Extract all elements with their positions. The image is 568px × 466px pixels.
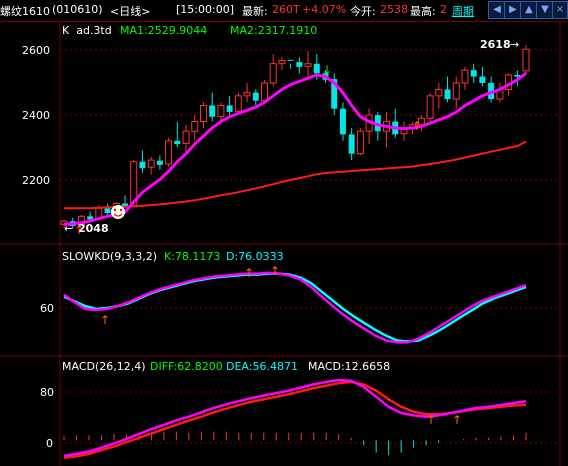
candle-body[interactable]: [182, 130, 190, 144]
candle-body[interactable]: [217, 104, 225, 117]
candle-body[interactable]: [313, 63, 320, 74]
macd-diff-label: DIFF:62.8200: [150, 360, 223, 373]
candle-body[interactable]: [199, 104, 207, 123]
candle-body[interactable]: [514, 74, 521, 77]
close-icon[interactable]: ×: [552, 1, 568, 19]
candle-body[interactable]: [461, 69, 469, 84]
kd-y-tick: 60: [40, 302, 54, 315]
candle-body[interactable]: [147, 159, 155, 168]
kd-buy-arrow-icon: ↑: [270, 264, 280, 278]
candle-body[interactable]: [174, 140, 181, 145]
period-tab[interactable]: <日线>: [110, 3, 150, 19]
quote-time: [15:00:00]: [176, 3, 234, 16]
candle-body[interactable]: [522, 48, 530, 72]
high-arrow-icon: →: [510, 38, 519, 51]
candle-body[interactable]: [156, 160, 163, 165]
candle-body[interactable]: [304, 63, 312, 67]
candle-body[interactable]: [339, 108, 346, 135]
kd-d-label: D:76.0333: [226, 250, 284, 263]
candle-body[interactable]: [470, 70, 477, 77]
open-label: 今开:: [350, 5, 376, 18]
macd-arrow-icon: ↑: [426, 413, 436, 427]
change-percent: +4.07%: [302, 3, 347, 16]
kd-buy-arrow-icon: ↑: [100, 313, 110, 327]
main-y-tick: 2400: [22, 109, 50, 122]
candle-body[interactable]: [356, 130, 364, 155]
candle-body[interactable]: [209, 105, 216, 117]
candle-body[interactable]: [243, 92, 251, 97]
sell-arrow-icon: ↓: [322, 63, 332, 77]
high-label: 最高:: [410, 5, 436, 18]
candle-body[interactable]: [139, 161, 146, 169]
kline-chart[interactable]: 2600 2400 2200 K ad.3td MA1:2529.9044 MA…: [0, 22, 568, 466]
candle-body[interactable]: [479, 76, 486, 83]
high-marker: 2618: [480, 38, 511, 51]
kd-buy-arrow-icon: ↑: [244, 266, 254, 280]
symbol-code: (010610): [52, 3, 103, 16]
low-arrow-icon: ←: [64, 222, 73, 235]
candle-body[interactable]: [260, 82, 268, 102]
candle-body[interactable]: [165, 140, 173, 165]
candle-body[interactable]: [348, 134, 355, 154]
macd-dea-label: DEA:56.4871: [226, 360, 298, 373]
latest-value: 260T: [272, 3, 300, 16]
macd-value-label: MACD:12.6658: [308, 360, 390, 373]
candles-group: [60, 45, 530, 229]
latest-label: 最新:: [242, 5, 268, 18]
high-value: 2: [440, 3, 447, 16]
main-y-tick: 2600: [22, 44, 50, 57]
buy-arrow-icon: ↑: [74, 223, 84, 237]
candle-body[interactable]: [435, 88, 443, 97]
symbol-name: 螺纹1610: [0, 5, 50, 18]
open-value: 2538: [380, 3, 408, 16]
macd-y-tick: 80: [40, 386, 54, 399]
candle-body[interactable]: [269, 63, 277, 84]
main-y-tick: 2200: [22, 174, 50, 187]
buy-arrow-icon: ↑: [412, 119, 422, 133]
macd-title: MACD(26,12,4): [62, 360, 146, 373]
kd-k-label: K:78.1173: [164, 250, 220, 263]
main-indicator-label: K ad.3td: [62, 24, 112, 37]
candle-body[interactable]: [287, 59, 294, 61]
period-link[interactable]: 周期: [452, 3, 474, 19]
candle-body[interactable]: [252, 92, 259, 101]
ma2-label: MA2:2317.1910: [230, 24, 317, 37]
candle-body[interactable]: [444, 89, 451, 100]
candle-body[interactable]: [234, 95, 242, 112]
candle-body[interactable]: [226, 105, 233, 112]
candle-body[interactable]: [296, 62, 303, 67]
kd-title: SLOWKD(9,3,3,2): [62, 250, 157, 263]
candle-body[interactable]: [426, 95, 434, 119]
ma1-label: MA1:2529.9044: [120, 24, 207, 37]
candle-body[interactable]: [278, 59, 286, 65]
macd-arrow-icon: ↑: [452, 413, 462, 427]
macd-y-tick: 0: [46, 437, 53, 450]
candle-body[interactable]: [191, 121, 199, 132]
smiley-icon: [111, 205, 125, 219]
candle-body[interactable]: [452, 82, 460, 100]
quote-header-bar: 螺纹1610 (010610) <日线> [15:00:00] 最新: 260T…: [0, 0, 568, 22]
candle-body[interactable]: [104, 208, 111, 214]
